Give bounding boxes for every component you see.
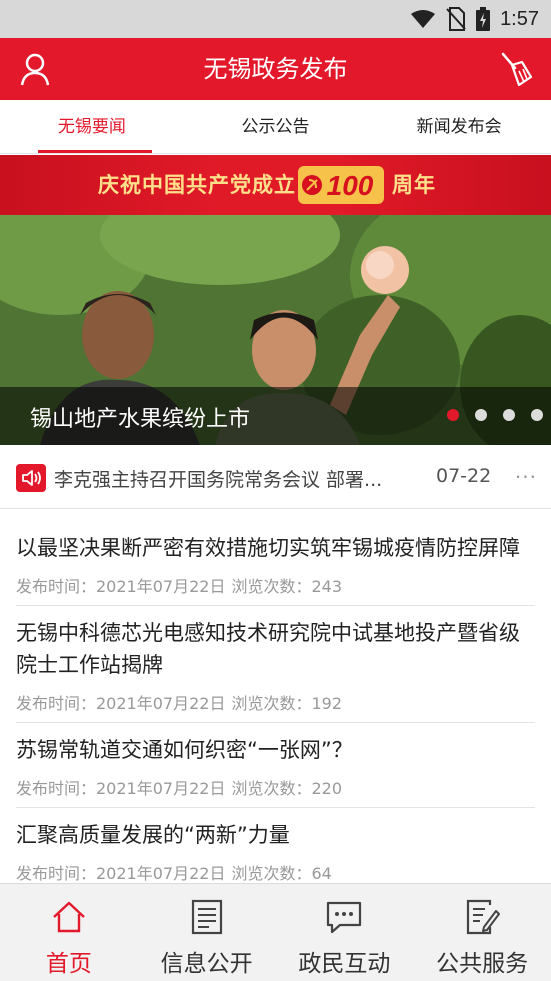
news-title: 以最坚决果断严密有效措施切实筑牢锡城疫情防控屏障 bbox=[16, 536, 520, 560]
page-title: 无锡政务发布 bbox=[203, 55, 348, 83]
news-meta: 发布时间：2021年07月22日 浏览次数：220 bbox=[16, 766, 535, 807]
status-bar: 1:57 bbox=[0, 0, 551, 38]
app-header: 无锡政务发布 bbox=[0, 38, 551, 100]
nav-info[interactable]: 信息公开 bbox=[138, 884, 276, 981]
list-item[interactable]: 以最坚决果断严密有效措施切实筑牢锡城疫情防控屏障 发布时间：2021年07月22… bbox=[0, 521, 551, 606]
carousel-dot[interactable] bbox=[531, 409, 543, 421]
no-sim-icon bbox=[446, 7, 466, 31]
broom-icon bbox=[501, 52, 533, 87]
view-count: 浏览次数：192 bbox=[231, 694, 342, 713]
notice-date: 07-22 bbox=[436, 465, 492, 487]
nav-home-label: 首页 bbox=[45, 951, 92, 977]
status-icons: 1:57 bbox=[410, 6, 539, 32]
carousel-caption-bar: 锡山地产水果缤纷上市 bbox=[0, 387, 551, 445]
speaker-icon bbox=[16, 464, 46, 492]
carousel-dot[interactable] bbox=[475, 409, 487, 421]
news-title: 苏锡常轨道交通如何织密“一张网”？ bbox=[16, 738, 353, 762]
home-icon bbox=[53, 901, 85, 933]
news-title: 无锡中科德芯光电感知技术研究院中试基地投产暨省级院士工作站揭牌 bbox=[16, 621, 520, 677]
clear-cache-button[interactable] bbox=[497, 51, 535, 89]
bottom-navigation: 首页 信息公开 政民互动 公共服务 bbox=[0, 883, 551, 981]
category-tabs: 无锡要闻 公示公告 新闻发布会 bbox=[0, 100, 551, 154]
nav-info-label: 信息公开 bbox=[160, 951, 253, 977]
news-carousel[interactable]: 锡山地产水果缤纷上市 bbox=[0, 215, 551, 445]
wifi-icon bbox=[411, 10, 436, 28]
status-time: 1:57 bbox=[500, 7, 539, 30]
list-item[interactable]: 无锡中科德芯光电感知技术研究院中试基地投产暨省级院士工作站揭牌 发布时间：202… bbox=[0, 606, 551, 723]
view-count: 浏览次数：220 bbox=[231, 779, 342, 798]
publish-time: 发布时间：2021年07月22日 bbox=[16, 577, 226, 596]
publish-time: 发布时间：2021年07月22日 bbox=[16, 694, 226, 713]
form-edit-icon bbox=[467, 899, 501, 935]
headline-notice[interactable]: 李克强主持召开国务院常务会议 部署... 07-22 ··· bbox=[0, 445, 551, 509]
nav-home[interactable]: 首页 bbox=[0, 884, 138, 981]
carousel-caption: 锡山地产水果缤纷上市 bbox=[30, 407, 251, 432]
publish-time: 发布时间：2021年07月22日 bbox=[16, 779, 226, 798]
nav-services-label: 公共服务 bbox=[436, 951, 529, 977]
banner-text-right: 周年 bbox=[392, 173, 436, 197]
carousel-indicators bbox=[447, 409, 543, 421]
more-options-icon[interactable]: ··· bbox=[515, 465, 537, 489]
battery-charging-icon bbox=[476, 7, 491, 31]
tab-news[interactable]: 无锡要闻 bbox=[0, 100, 184, 153]
anniversary-banner[interactable]: 庆祝中国共产党成立 100 周年 bbox=[0, 155, 551, 215]
carousel-dot[interactable] bbox=[503, 409, 515, 421]
nav-interaction-label: 政民互动 bbox=[298, 951, 391, 977]
view-count: 浏览次数：64 bbox=[231, 864, 332, 883]
svg-text:100: 100 bbox=[327, 170, 374, 201]
list-item[interactable]: 苏锡常轨道交通如何织密“一张网”？ 发布时间：2021年07月22日 浏览次数：2… bbox=[0, 723, 551, 808]
news-meta: 发布时间：2021年07月22日 浏览次数：64 bbox=[16, 851, 535, 883]
publish-time: 发布时间：2021年07月22日 bbox=[16, 864, 226, 883]
nav-interaction[interactable]: 政民互动 bbox=[276, 884, 414, 981]
tab-press-conference[interactable]: 新闻发布会 bbox=[367, 100, 551, 153]
document-icon bbox=[191, 899, 222, 935]
view-count: 浏览次数：243 bbox=[231, 577, 342, 596]
party-emblem-100-logo: 100 bbox=[298, 166, 384, 204]
banner-text-left: 庆祝中国共产党成立 bbox=[98, 173, 296, 197]
news-title: 汇聚高质量发展的“两新”力量 bbox=[16, 823, 290, 847]
tab-announcements[interactable]: 公示公告 bbox=[184, 100, 368, 153]
news-list: 以最坚决果断严密有效措施切实筑牢锡城疫情防控屏障 发布时间：2021年07月22… bbox=[0, 521, 551, 883]
news-meta: 发布时间：2021年07月22日 浏览次数：192 bbox=[16, 681, 535, 722]
chat-icon bbox=[327, 901, 362, 934]
list-item[interactable]: 汇聚高质量发展的“两新”力量 发布时间：2021年07月22日 浏览次数：64 bbox=[0, 808, 551, 883]
notice-text: 李克强主持召开国务院常务会议 部署... bbox=[54, 469, 383, 491]
news-meta: 发布时间：2021年07月22日 浏览次数：243 bbox=[16, 564, 535, 605]
nav-services[interactable]: 公共服务 bbox=[413, 884, 551, 981]
carousel-dot[interactable] bbox=[447, 409, 459, 421]
